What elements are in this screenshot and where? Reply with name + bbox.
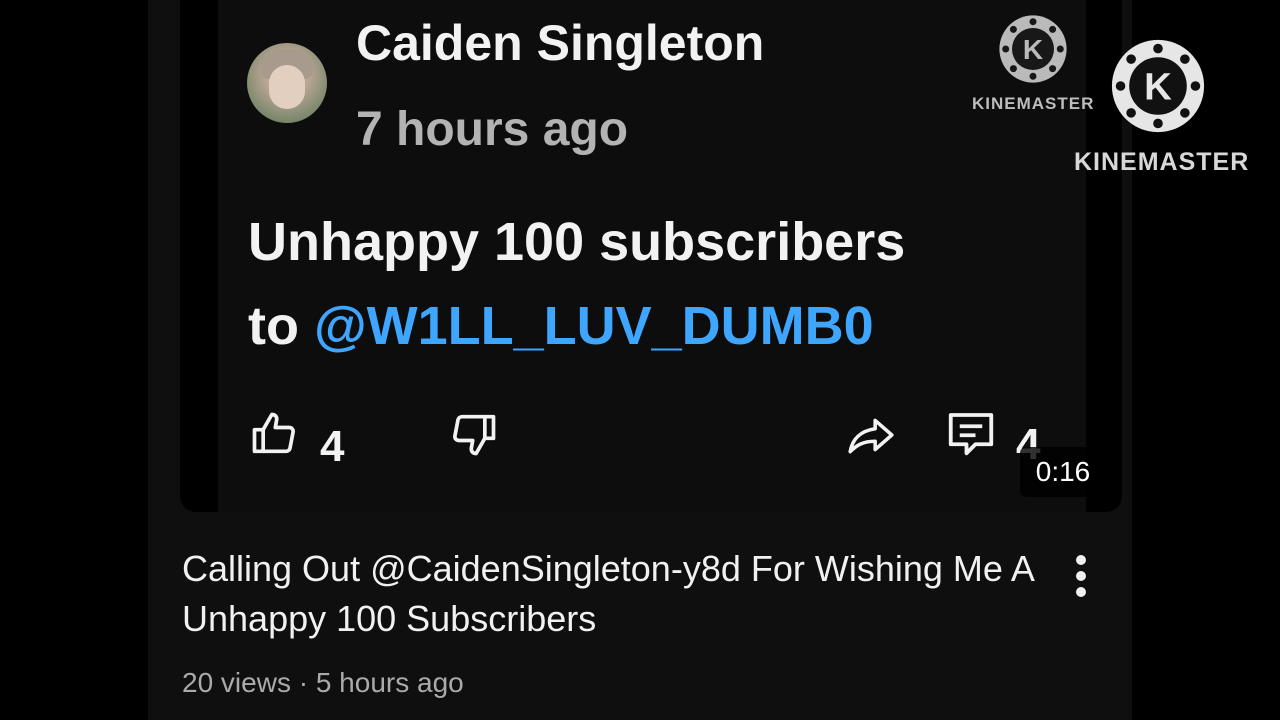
video-meta: 20 views · 5 hours ago	[182, 667, 464, 698]
like-count: 4	[320, 422, 345, 471]
video-duration-badge: 0:16	[1020, 447, 1106, 497]
comment-line-2: to @W1LL_LUV_DUMB0	[248, 284, 905, 368]
kinemaster-label-large: KINEMASTER	[1074, 148, 1250, 176]
kinemaster-logo-large-letter: K	[1144, 65, 1172, 108]
kinemaster-label-small: KINEMASTER	[972, 94, 1095, 113]
kinemaster-logo-letter: K	[1023, 34, 1043, 65]
video-title[interactable]: Calling Out @CaidenSingleton-y8d For Wis…	[182, 544, 1042, 644]
comment-line-1: Unhappy 100 subscribers	[248, 212, 906, 272]
avatar	[247, 43, 327, 123]
thumbs-up-icon	[252, 412, 295, 454]
thumbs-down-icon	[453, 414, 496, 456]
share-icon	[848, 418, 894, 454]
kinemaster-logo-large-icon: K	[1111, 39, 1205, 133]
kinemaster-logo-icon: K	[999, 15, 1067, 83]
more-options-icon[interactable]	[1066, 552, 1096, 600]
comment-timestamp: 7 hours ago	[356, 103, 629, 156]
comment-mention: @W1LL_LUV_DUMB0	[313, 296, 874, 356]
comment-icon	[948, 413, 994, 456]
comment-author: Caiden Singleton	[356, 15, 765, 71]
comment-to: to	[248, 296, 299, 356]
avatar-face	[269, 65, 305, 109]
comment-text: Unhappy 100 subscribers to @W1LL_LUV_DUM…	[248, 200, 905, 368]
